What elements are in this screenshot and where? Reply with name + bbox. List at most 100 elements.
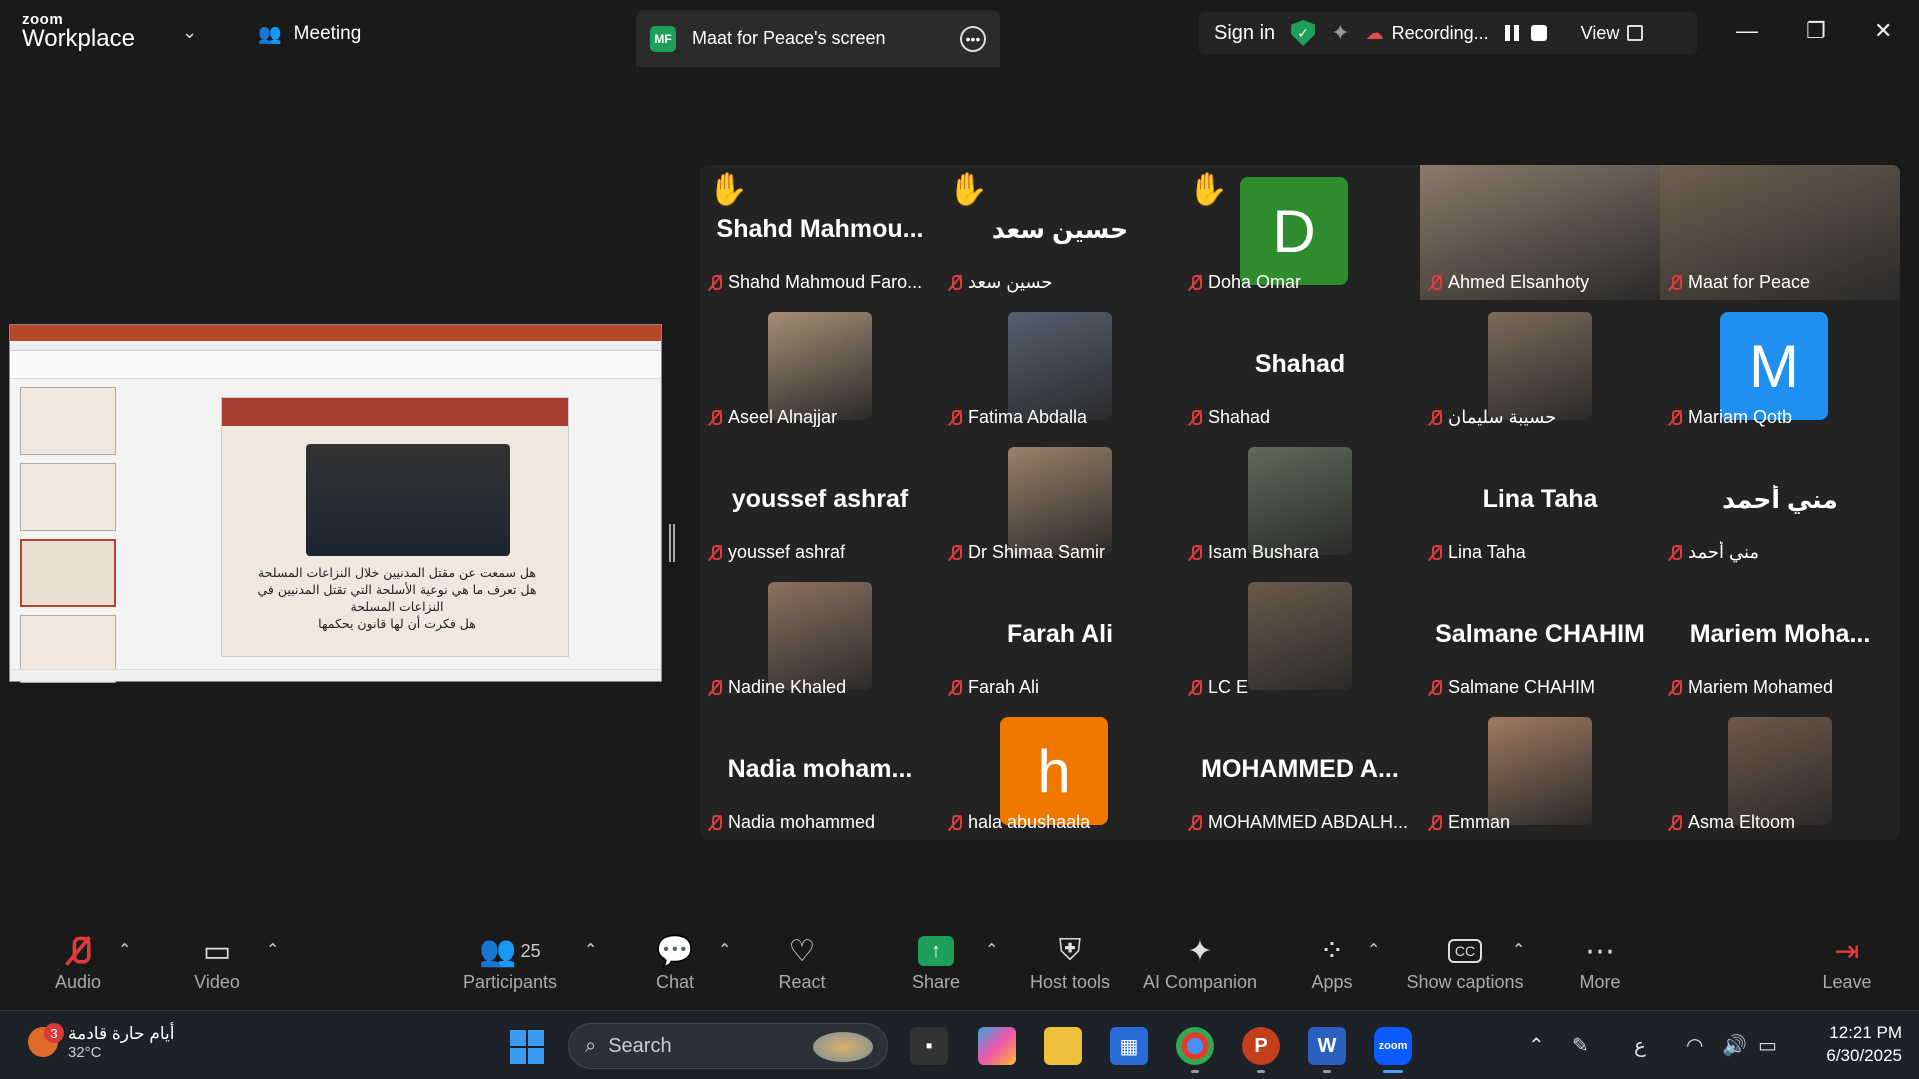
wifi-icon[interactable]: ◠ (1686, 1033, 1703, 1058)
powerpoint-icon[interactable]: P (1242, 1027, 1280, 1073)
participant-display-name: Shahad (1254, 350, 1346, 378)
windows-start-icon[interactable] (510, 1030, 544, 1064)
split-handle[interactable] (669, 524, 675, 562)
participant-tile[interactable]: MOHAMMED A... MOHAMMED ABDALH... (1180, 705, 1420, 840)
participant-tile[interactable]: M Mariam Qotb (1660, 300, 1900, 435)
view-grid-icon (1627, 25, 1644, 41)
participant-tile[interactable]: Nadia moham... Nadia mohammed (700, 705, 940, 840)
chrome-icon[interactable] (1176, 1027, 1214, 1073)
participants-options-caret[interactable]: ⌃ (584, 940, 597, 960)
participant-tile[interactable]: Dr Shimaa Samir (940, 435, 1180, 570)
participant-tile[interactable]: h hala abushaala (940, 705, 1180, 840)
participant-name-label: Ahmed Elsanhoty (1420, 271, 1597, 294)
minimize-icon[interactable]: — (1736, 18, 1758, 44)
participant-tile[interactable]: مني أحمد مني أحمد (1660, 435, 1900, 570)
participant-tile[interactable]: Emman (1420, 705, 1660, 840)
meeting-button[interactable]: 👥 Meeting (258, 22, 361, 46)
slide-photo (306, 444, 510, 556)
participant-name-label: hala abushaala (940, 811, 1098, 834)
leave-label: Leave (1822, 972, 1872, 992)
close-icon[interactable]: ✕ (1874, 18, 1892, 44)
participant-name: Isam Bushara (1208, 542, 1320, 562)
participant-tile[interactable]: Mariem Moha... Mariem Mohamed (1660, 570, 1900, 705)
participant-video (1248, 447, 1352, 555)
zoom-logo[interactable]: zoom Workplace (22, 12, 135, 51)
participant-tile[interactable]: LC E (1180, 570, 1420, 705)
participant-tile[interactable]: Maat for Peace (1660, 165, 1900, 300)
audio-options-caret[interactable]: ⌃ (118, 940, 131, 960)
react-button[interactable]: ♡ React (727, 930, 877, 993)
participants-button[interactable]: 👥 25 Participants (435, 930, 585, 993)
ppt-ribbon-tabs (10, 341, 661, 351)
participant-tile[interactable]: حسيبة سليمان (1420, 300, 1660, 435)
participant-tile[interactable]: Nadine Khaled (700, 570, 940, 705)
participant-tile[interactable]: حسين سعد ✋ حسين سعد (940, 165, 1180, 300)
participant-tile[interactable]: Salmane CHAHIM Salmane CHAHIM (1420, 570, 1660, 705)
battery-icon[interactable]: ▭ (1758, 1033, 1777, 1058)
restore-icon[interactable]: ❐ (1806, 18, 1826, 44)
taskbar-search[interactable]: ⌕ Search (568, 1023, 888, 1069)
pause-recording-icon[interactable] (1504, 25, 1519, 41)
host-tools-button[interactable]: ⛨ Host tools (995, 930, 1145, 993)
shared-screen-tab[interactable]: MF Maat for Peace's screen ••• (636, 10, 1000, 67)
copilot-icon[interactable] (978, 1027, 1016, 1065)
participants-count: 25 (520, 940, 541, 961)
mic-muted-icon (1668, 274, 1682, 292)
weather-widget[interactable]: 3 أيام حارة قادمة 32°C (28, 1023, 175, 1061)
stop-recording-icon[interactable] (1530, 25, 1547, 41)
participant-tile[interactable]: Asma Eltoom (1660, 705, 1900, 840)
participant-tile[interactable]: youssef ashraf youssef ashraf (700, 435, 940, 570)
chevron-up-icon[interactable]: ⌃ (1528, 1033, 1545, 1058)
participant-name-label: حسيبة سليمان (1420, 406, 1564, 429)
raised-hand-icon: ✋ (1188, 171, 1228, 207)
input-indicator-icon[interactable]: ✎ (1572, 1033, 1589, 1058)
volume-icon[interactable]: 🔊 (1722, 1033, 1747, 1058)
participant-gallery: Shahd Mahmou... ✋ Shahd Mahmoud Faro... حسي… (700, 165, 1900, 840)
store-icon[interactable]: ▦ (1110, 1027, 1148, 1065)
ai-sparkle-icon[interactable]: ✦ (1331, 20, 1349, 46)
security-shield-icon[interactable]: ✓ (1291, 20, 1316, 46)
apps-label: Apps (1311, 972, 1353, 992)
system-clock[interactable]: 12:21 PM 6/30/2025 (1802, 1021, 1902, 1067)
participant-tile[interactable]: Shahd Mahmou... ✋ Shahd Mahmoud Faro... (700, 165, 940, 300)
participant-tile[interactable]: Shahad Shahad (1180, 300, 1420, 435)
view-button[interactable]: View (1581, 23, 1644, 44)
participant-tile[interactable]: Ahmed Elsanhoty (1420, 165, 1660, 300)
mic-muted-icon (1668, 814, 1682, 832)
current-slide: هل سمعت عن مقتل المدنيين خلال النزاعات ا… (221, 397, 569, 657)
host-tools-label: Host tools (1029, 972, 1111, 992)
word-icon[interactable]: W (1308, 1027, 1346, 1073)
chevron-down-icon[interactable]: ⌄ (182, 22, 197, 43)
zoom-taskbar-icon[interactable]: zoom (1374, 1027, 1412, 1073)
participant-tile[interactable]: Lina Taha Lina Taha (1420, 435, 1660, 570)
ai-companion-button[interactable]: ✦ AI Companion (1125, 930, 1275, 993)
shared-screen[interactable]: هل سمعت عن مقتل المدنيين خلال النزاعات ا… (9, 324, 662, 683)
video-options-caret[interactable]: ⌃ (266, 940, 279, 960)
file-explorer-icon[interactable] (1044, 1027, 1082, 1065)
slide-thumbnail (20, 463, 116, 531)
captions-options-caret[interactable]: ⌃ (1512, 940, 1525, 960)
more-button[interactable]: ⋯ More (1525, 930, 1675, 993)
more-options-icon[interactable]: ••• (960, 26, 986, 52)
leave-button[interactable]: ⇥ Leave (1772, 930, 1919, 993)
sign-in-button[interactable]: Sign in (1214, 22, 1275, 45)
participant-tile[interactable]: D ✋ Doha Omar (1180, 165, 1420, 300)
participant-name: Aseel Alnajjar (728, 407, 838, 427)
participant-name: Shahad (1208, 407, 1271, 427)
participant-tile[interactable]: Aseel Alnajjar (700, 300, 940, 435)
participant-name: hala abushaala (968, 812, 1091, 832)
slide-banner (222, 398, 568, 426)
apps-options-caret[interactable]: ⌃ (1367, 940, 1380, 960)
participant-tile[interactable]: Isam Bushara (1180, 435, 1420, 570)
participant-name-label: youssef ashraf (700, 541, 853, 564)
participant-tile[interactable]: Fatima Abdalla (940, 300, 1180, 435)
task-view-icon[interactable]: ▪ (910, 1027, 948, 1065)
language-indicator[interactable]: ع (1634, 1033, 1646, 1058)
participant-display-name: Mariem Moha... (1689, 620, 1871, 648)
slide-thumbnails (20, 387, 120, 683)
people-icon: 👥 (258, 24, 282, 45)
apps-button[interactable]: ⁘ Apps (1257, 930, 1407, 993)
recording-indicator[interactable]: ☁ Recording... (1366, 23, 1489, 44)
participant-tile[interactable]: Farah Ali Farah Ali (940, 570, 1180, 705)
participant-name: Lina Taha (1448, 542, 1526, 562)
